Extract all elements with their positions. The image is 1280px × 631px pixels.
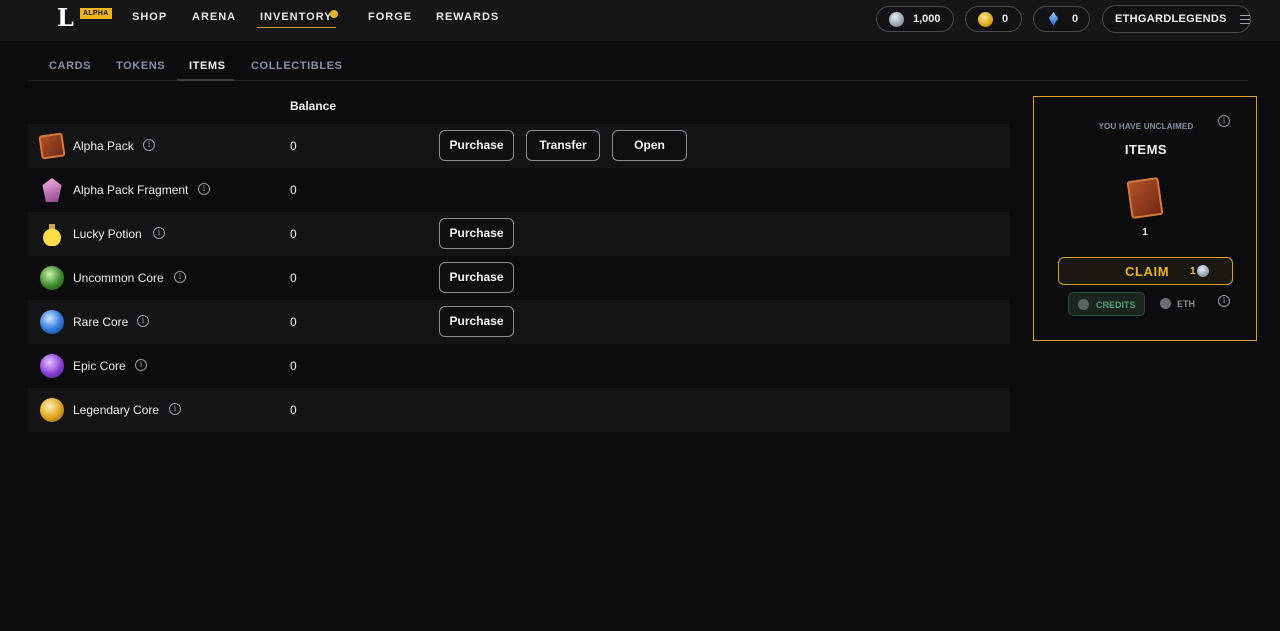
silver-balance-pill[interactable]: 1,000 (876, 6, 954, 32)
info-icon[interactable]: i (135, 359, 147, 371)
purchase-button[interactable]: Purchase (439, 262, 514, 293)
currency-option-eth[interactable]: ETH (1152, 292, 1206, 316)
table-row: Uncommon Core i 0 Purchase (28, 256, 1010, 300)
item-name: Epic Core (73, 359, 126, 373)
item-balance: 0 (290, 359, 297, 373)
item-balance: 0 (290, 271, 297, 285)
notification-dot (330, 10, 338, 18)
hamburger-menu-icon (1239, 14, 1251, 24)
eth-label: ETH (1177, 299, 1195, 309)
item-name: Uncommon Core (73, 271, 164, 285)
account-menu-button[interactable]: ETHGARDLEGENDS (1102, 5, 1251, 33)
legendary-core-icon (40, 398, 64, 422)
nav-arena[interactable]: ARENA (192, 11, 236, 23)
item-name: Lucky Potion (73, 227, 142, 241)
uncommon-core-icon (40, 266, 64, 290)
open-button[interactable]: Open (612, 130, 687, 161)
epic-core-icon (40, 354, 64, 378)
transfer-button[interactable]: Transfer (526, 130, 600, 161)
table-row: Lucky Potion i 0 Purchase (28, 212, 1010, 256)
gem-icon (1049, 12, 1058, 26)
unclaimed-items-panel: i YOU HAVE UNCLAIMED ITEMS 1 CLAIM 1 CRE… (1033, 96, 1257, 341)
rare-core-icon (40, 310, 64, 334)
info-icon[interactable]: i (153, 227, 165, 239)
logo-letter: L (57, 3, 74, 32)
claim-cost: 1 (1190, 266, 1196, 277)
item-balance: 0 (290, 403, 297, 417)
eth-coin-icon (1160, 298, 1171, 309)
tab-items[interactable]: ITEMS (189, 60, 226, 72)
table-row: Alpha Pack Fragment i 0 (28, 168, 1010, 212)
claim-button[interactable]: CLAIM 1 (1058, 257, 1233, 285)
item-balance: 0 (290, 139, 297, 153)
currency-option-credits[interactable]: CREDITS (1068, 292, 1145, 316)
table-row: Rare Core i 0 Purchase (28, 300, 1010, 344)
info-icon[interactable]: i (137, 315, 149, 327)
credits-label: CREDITS (1096, 300, 1136, 310)
panel-title: ITEMS (1124, 142, 1168, 157)
tab-tokens[interactable]: TOKENS (116, 60, 165, 72)
item-name: Alpha Pack Fragment (73, 183, 189, 197)
alpha-pack-icon (1126, 176, 1164, 220)
info-icon[interactable]: i (143, 139, 155, 151)
gold-balance-pill[interactable]: 0 (965, 6, 1022, 32)
active-tab-indicator (177, 79, 234, 81)
gem-balance: 0 (1072, 13, 1079, 25)
gold-coin-icon (978, 11, 993, 27)
info-icon[interactable]: i (1218, 295, 1230, 307)
claim-label: CLAIM (1125, 264, 1170, 279)
table-row: Legendary Core i 0 (28, 388, 1010, 432)
potion-icon (40, 222, 64, 246)
purchase-button[interactable]: Purchase (439, 306, 514, 337)
item-name: Alpha Pack (73, 139, 134, 153)
balance-column-header: Balance (290, 99, 337, 113)
nav-rewards[interactable]: REWARDS (436, 11, 499, 23)
item-balance: 0 (290, 183, 297, 197)
panel-subtitle: YOU HAVE UNCLAIMED (1098, 122, 1194, 131)
account-name: ETHGARDLEGENDS (1115, 13, 1227, 25)
table-row: Epic Core i 0 (28, 344, 1010, 388)
purchase-button[interactable]: Purchase (439, 218, 514, 249)
info-icon[interactable]: i (169, 403, 181, 415)
silver-coin-icon (1197, 265, 1209, 277)
alpha-pack-icon (38, 132, 66, 160)
item-name: Rare Core (73, 315, 129, 329)
unclaimed-quantity: 1 (1142, 227, 1148, 238)
nav-inventory[interactable]: INVENTORY (257, 11, 336, 28)
table-row: Alpha Pack i 0 Purchase Transfer Open (28, 124, 1010, 168)
alpha-badge: ALPHA (80, 8, 112, 19)
item-name: Legendary Core (73, 403, 160, 417)
item-balance: 0 (290, 315, 297, 329)
nav-forge[interactable]: FORGE (368, 11, 412, 23)
gold-balance: 0 (1002, 13, 1009, 25)
gem-balance-pill[interactable]: 0 (1033, 6, 1090, 32)
silver-coin-icon (889, 11, 904, 27)
credits-coin-icon (1078, 299, 1089, 310)
tab-cards[interactable]: CARDS (49, 60, 91, 72)
top-bar: L ALPHA SHOP ARENA INVENTORY FORGE REWAR… (0, 0, 1280, 41)
info-icon[interactable]: i (174, 271, 186, 283)
logo[interactable]: L (57, 5, 77, 31)
purchase-button[interactable]: Purchase (439, 130, 514, 161)
silver-balance: 1,000 (913, 13, 941, 25)
info-icon[interactable]: i (198, 183, 210, 195)
tab-collectibles[interactable]: COLLECTIBLES (251, 60, 343, 72)
nav-shop[interactable]: SHOP (132, 11, 167, 23)
item-balance: 0 (290, 227, 297, 241)
pack-fragment-icon (42, 178, 62, 202)
